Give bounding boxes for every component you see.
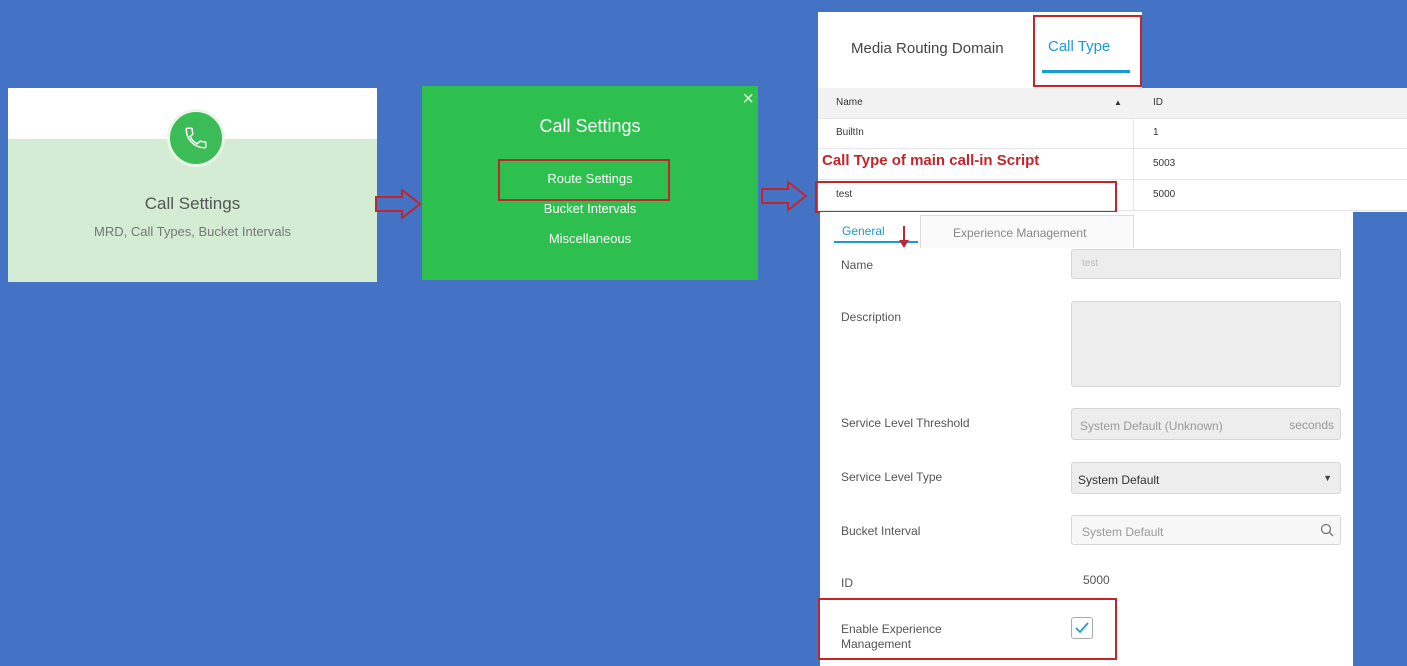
close-icon[interactable]: ×: [742, 88, 754, 111]
highlight-box: [498, 159, 670, 201]
annotation-text: Call Type of main call-in Script: [822, 150, 1118, 176]
bucket-interval-label: Bucket Interval: [841, 524, 921, 538]
service-level-threshold-field[interactable]: System Default (Unknown) seconds: [1071, 408, 1341, 440]
highlight-box: [1033, 15, 1142, 87]
flow-arrow-icon: [761, 180, 808, 212]
description-label: Description: [841, 310, 902, 324]
tab-general[interactable]: General: [842, 224, 885, 238]
service-level-type-select[interactable]: System Default ▼: [1071, 462, 1341, 494]
name-field[interactable]: test: [1071, 249, 1341, 279]
call-settings-menu: × Call Settings Route Settings Bucket In…: [422, 86, 758, 280]
cell-id: 5003: [1153, 158, 1176, 169]
service-level-threshold-label: Service Level Threshold: [841, 416, 970, 430]
menu-item-bucket-intervals[interactable]: Bucket Intervals: [422, 201, 758, 216]
slt-placeholder: System Default (Unknown): [1080, 419, 1223, 433]
flow-arrow-icon: [375, 188, 422, 220]
phone-icon: [167, 109, 225, 167]
highlight-box: [818, 598, 1117, 660]
column-header-id[interactable]: ID: [1153, 97, 1163, 108]
description-field[interactable]: [1071, 301, 1341, 387]
id-label: ID: [841, 576, 853, 590]
chevron-down-icon: ▼: [1323, 473, 1332, 483]
search-icon[interactable]: [1320, 523, 1334, 537]
bucket-interval-field[interactable]: System Default: [1071, 515, 1341, 545]
id-value: 5000: [1083, 573, 1110, 587]
name-label: Name: [841, 258, 874, 272]
cell-name: BuiltIn: [836, 127, 864, 138]
call-settings-card[interactable]: Call Settings MRD, Call Types, Bucket In…: [8, 88, 377, 282]
slt-unit: seconds: [1289, 418, 1334, 432]
sort-arrow-icon[interactable]: ▲: [1114, 98, 1122, 107]
service-level-type-label: Service Level Type: [841, 470, 943, 484]
card-subtitle: MRD, Call Types, Bucket Intervals: [94, 224, 291, 239]
annotation-arrow-icon: [899, 226, 909, 248]
tab-media-routing-domain[interactable]: Media Routing Domain: [851, 40, 1004, 57]
slt-type-value: System Default: [1078, 473, 1160, 487]
cell-id: 1: [1153, 127, 1159, 138]
menu-title: Call Settings: [539, 116, 641, 136]
tab-label: Experience Management: [953, 226, 1087, 240]
highlight-box: [815, 181, 1117, 213]
tab-experience-management[interactable]: Experience Management: [920, 215, 1134, 248]
column-header-name[interactable]: Name: [836, 97, 863, 108]
table-header: Name ▲ ID: [818, 88, 1407, 119]
bucket-placeholder: System Default: [1082, 525, 1164, 539]
table-row[interactable]: BuiltIn 1: [818, 118, 1407, 149]
card-title: Call Settings: [144, 194, 241, 213]
menu-item-miscellaneous[interactable]: Miscellaneous: [422, 231, 758, 246]
cell-id: 5000: [1153, 189, 1176, 200]
